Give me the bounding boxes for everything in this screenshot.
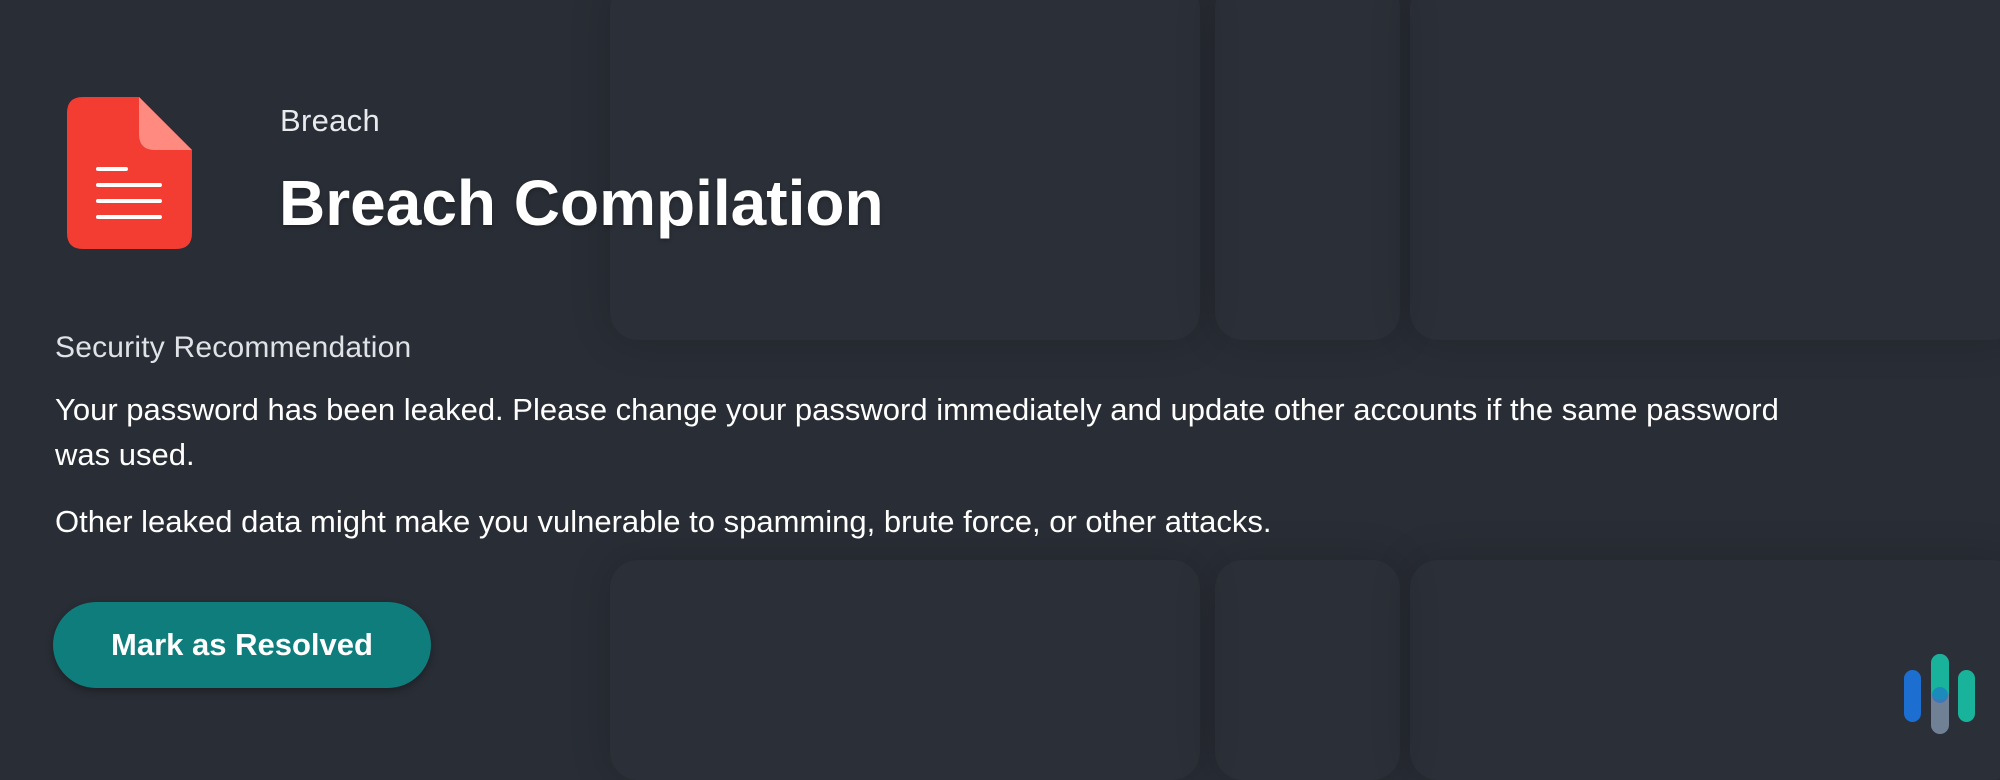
mark-as-resolved-button[interactable]: Mark as Resolved [53,602,431,688]
background-panel [1410,0,2000,340]
breach-title: Breach Compilation [279,167,884,239]
vulnerability-text: Other leaked data might make you vulnera… [55,504,1272,539]
background-panel [610,560,1200,780]
recommendation-text: Your password has been leaked. Please ch… [55,392,1779,472]
background-panel [1215,0,1400,340]
brand-logo-icon [1900,652,1980,736]
security-recommendation-label: Security Recommendation [55,331,412,364]
document-icon [67,97,192,249]
breach-category: Breach [280,103,381,138]
background-panel [1215,560,1400,780]
